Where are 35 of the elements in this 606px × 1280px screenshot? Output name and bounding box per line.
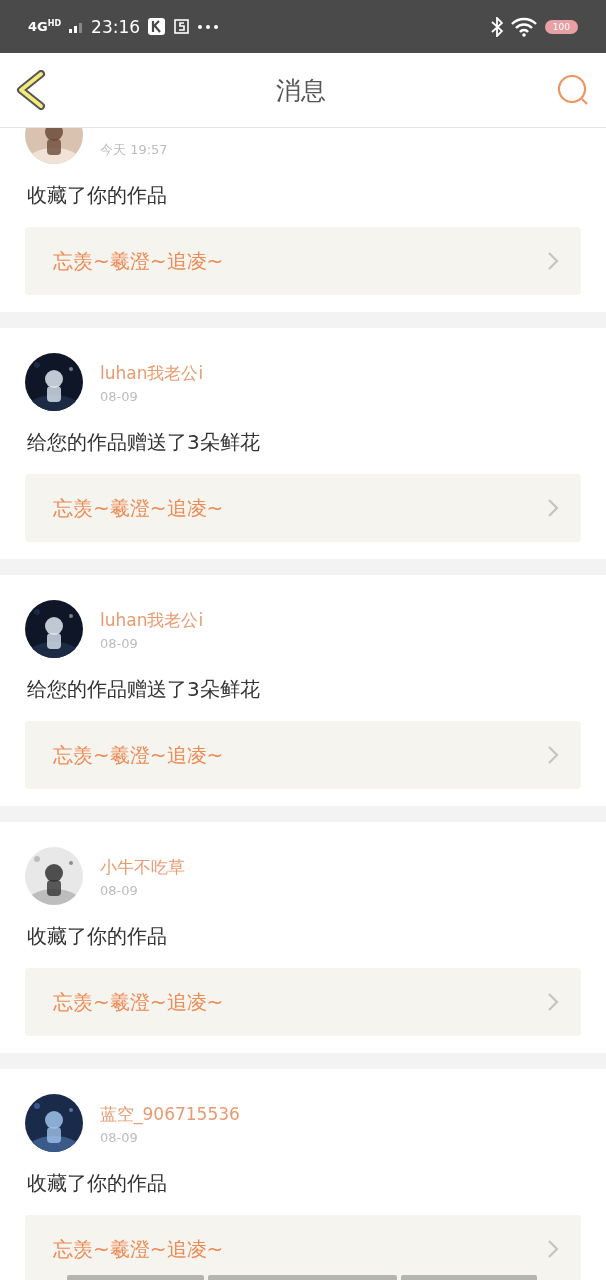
message-text: 收藏了你的作品 (27, 183, 168, 207)
work-link[interactable]: 忘羡~羲澄~追凌~ (25, 227, 581, 295)
message-text: 给您的作品赠送了3朵鲜花 (27, 430, 261, 454)
clock: 23:16 (91, 16, 141, 37)
message-date: 08-09 (100, 1130, 139, 1146)
message-date: 08-09 (100, 636, 139, 652)
message-date: 今天 19:57 (100, 142, 168, 158)
message-text: 收藏了你的作品 (27, 924, 168, 948)
user-name[interactable]: 小牛不吃草 (100, 857, 185, 878)
user-name[interactable]: luhan我老公i (100, 363, 204, 384)
battery-indicator: 100 (544, 19, 578, 34)
chevron-icon (547, 251, 559, 271)
page-title: 消息 (276, 74, 326, 107)
chevron-icon (547, 992, 559, 1012)
user-name[interactable]: 蓝空_906715536 (100, 1104, 240, 1125)
chevron-icon (547, 745, 559, 765)
chevron-icon (547, 498, 559, 518)
network-indicator: 4G$^{HD}$ (28, 19, 62, 34)
work-link[interactable]: 忘羡~羲澄~追凌~ (25, 721, 581, 789)
screenshot-icon (173, 18, 191, 35)
bluetooth-icon (490, 16, 503, 37)
chevron-icon (547, 1239, 559, 1259)
message-date: 08-09 (100, 389, 139, 405)
work-link[interactable]: 忘羡~羲澄~追凌~ (25, 474, 581, 542)
work-link[interactable]: 忘羡~羲澄~追凌~ (25, 968, 581, 1036)
user-name[interactable]: luhan我老公i (100, 610, 204, 631)
message-text: 给您的作品赠送了3朵鲜花 (27, 677, 261, 701)
wifi-icon (510, 16, 537, 37)
message-text: 收藏了你的作品 (27, 1171, 168, 1195)
work-link[interactable]: 忘羡~羲澄~追凌~ (25, 1215, 581, 1280)
signal-icon (69, 20, 84, 33)
more-icon (198, 24, 219, 29)
message-date: 08-09 (100, 883, 139, 899)
back-icon[interactable] (16, 70, 46, 110)
app-icon (148, 18, 166, 35)
